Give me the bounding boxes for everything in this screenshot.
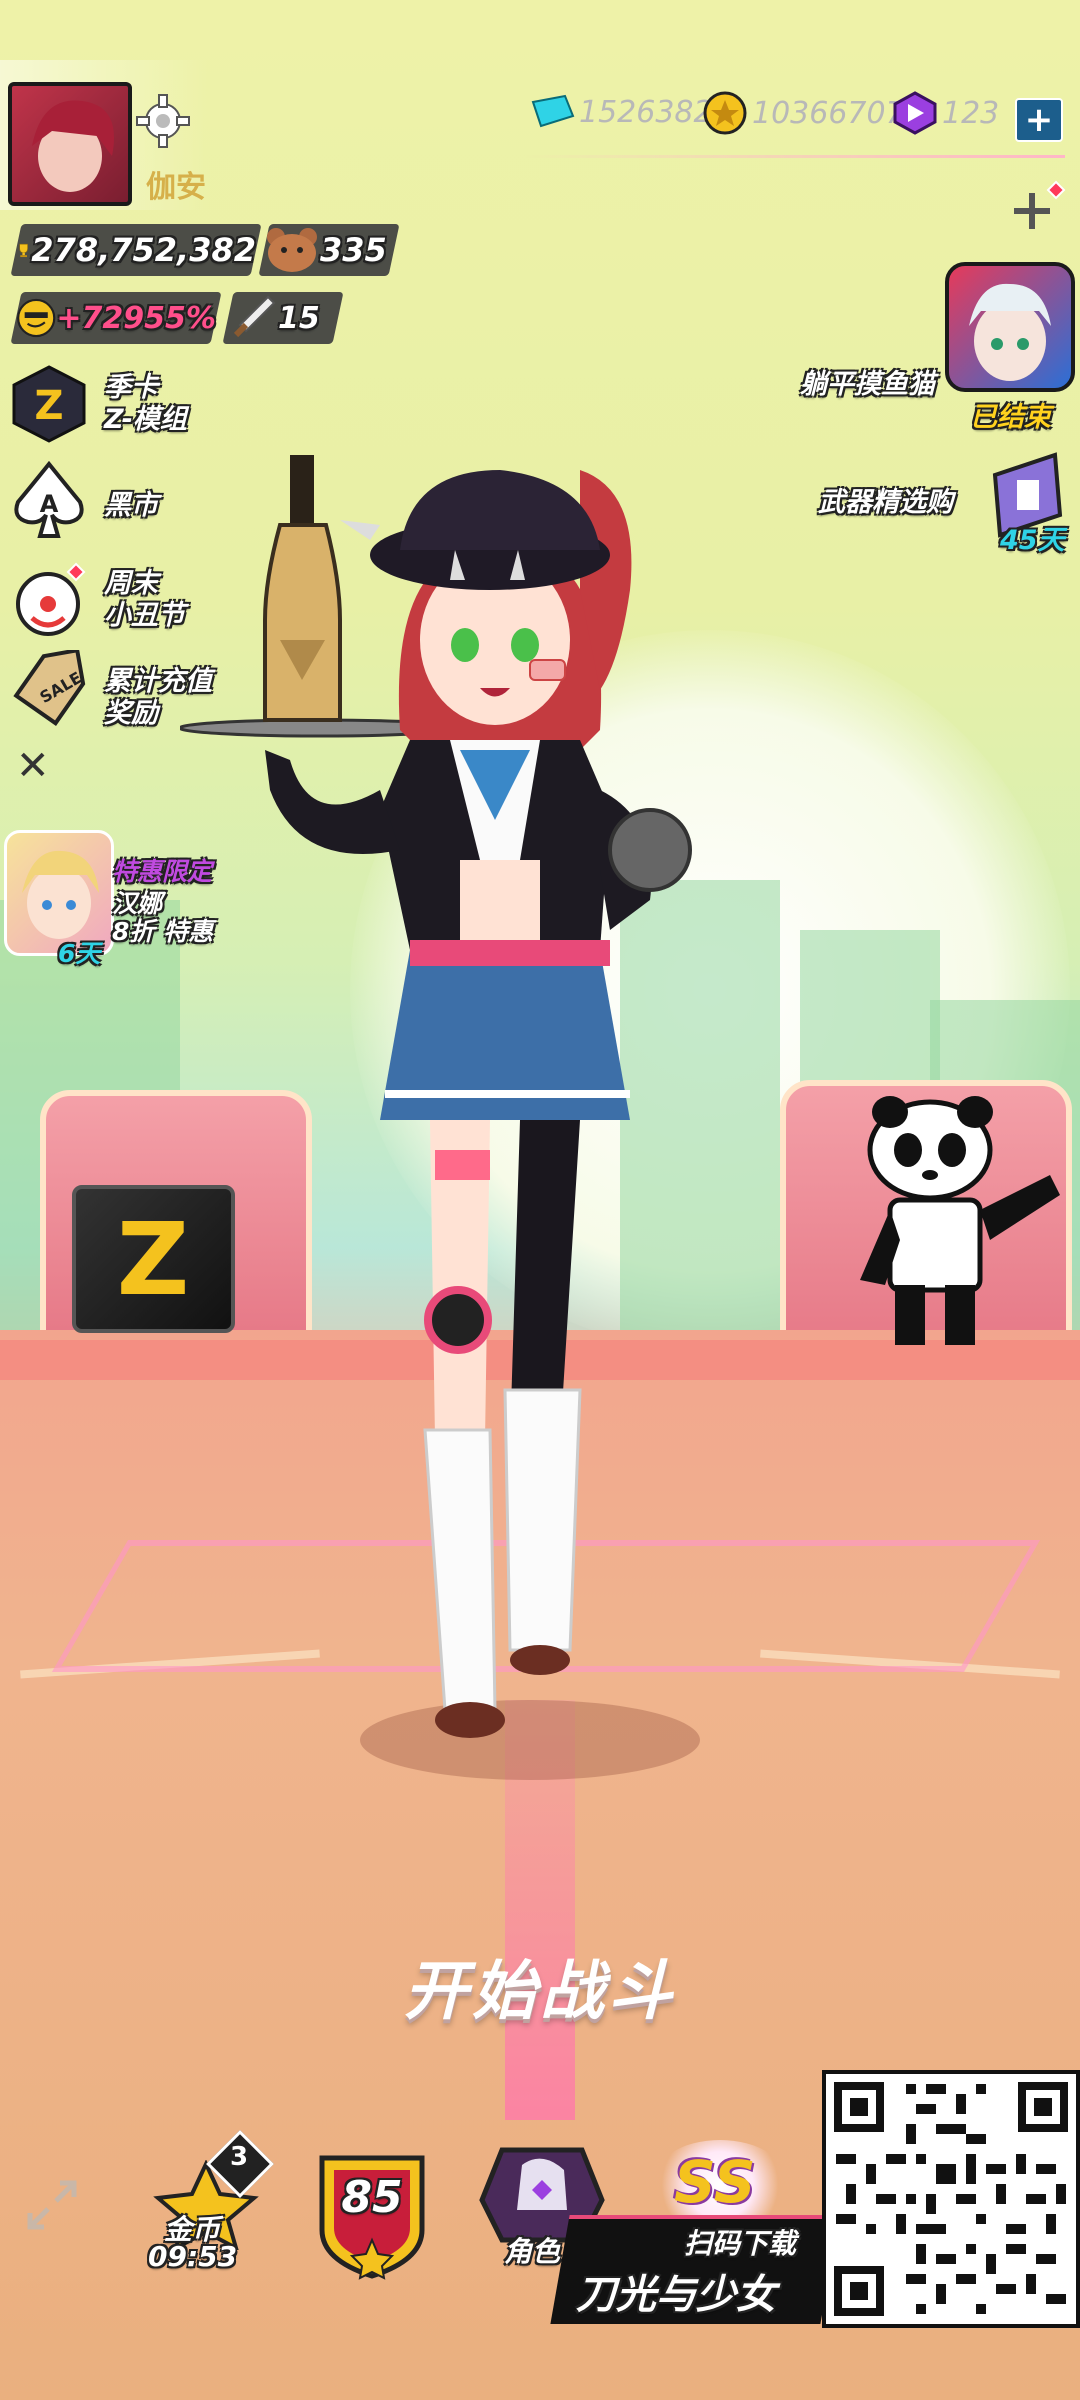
add-shortcut-button[interactable] — [1008, 180, 1068, 240]
qr-pattern — [836, 2084, 1066, 2314]
smiley-coin-icon — [17, 298, 56, 338]
qr-code[interactable] — [822, 2070, 1080, 2328]
ticket-count: 123 — [942, 95, 1000, 131]
promo-days: 6天 — [58, 939, 101, 968]
clown-icon[interactable] — [10, 560, 90, 640]
sword-icon — [233, 295, 276, 338]
avatar[interactable] — [8, 82, 132, 206]
purple-ticket-icon — [893, 91, 937, 135]
bear-count: 335 — [320, 231, 387, 269]
scan-download-text: 扫码下载 — [684, 2227, 797, 2260]
level-value: 85 — [341, 2172, 403, 2223]
ticket-currency[interactable]: 123 — [892, 90, 999, 136]
divider — [525, 155, 1065, 158]
panda-mascot — [860, 1096, 1060, 1345]
trophy-stat: 278,752,382 — [10, 224, 262, 276]
promo-discount: 8折 特惠 — [112, 917, 214, 946]
start-battle-button[interactable]: 开始战斗 — [0, 1940, 1080, 2032]
role-label: 角色 — [504, 2235, 561, 2268]
bear-stat: 335 — [258, 224, 400, 276]
expand-icon[interactable] — [22, 2175, 82, 2235]
event-cat-icon[interactable] — [945, 262, 1075, 392]
game-title-text: 刀光与少女 — [576, 2272, 776, 2318]
character-hero[interactable] — [180, 430, 780, 1790]
menu-black-market-label[interactable]: 黑市 — [104, 483, 158, 522]
spade-ace-icon[interactable]: A — [10, 460, 88, 540]
gold-currency[interactable]: 10366707 — [702, 90, 905, 136]
weapon-shop-label[interactable]: 武器精选购 — [818, 480, 953, 519]
bear-icon — [267, 228, 317, 272]
z-module-icon[interactable]: Z — [10, 365, 88, 443]
menu-clown-festival-label[interactable]: 周末 小丑节 — [104, 568, 185, 632]
gold-coin-icon — [703, 91, 747, 135]
gold-reward-button[interactable]: 3 金币 09:53 — [146, 2130, 274, 2273]
level-badge[interactable]: 85 — [312, 2150, 432, 2280]
gold-count: 10366707 — [752, 95, 905, 131]
gem-icon — [531, 94, 575, 128]
sword-stat: 15 — [222, 292, 344, 344]
gem-currency[interactable]: 1526382 — [525, 92, 713, 132]
sale-tag-icon[interactable]: SALE — [6, 647, 90, 734]
trophy-icon — [19, 243, 28, 258]
settings-gear-icon[interactable] — [134, 92, 192, 150]
event-label[interactable]: 躺平摸鱼猫 — [800, 362, 935, 401]
weapon-shop-days: 45天 — [1000, 525, 1065, 556]
promo-title[interactable]: 特惠限定 — [112, 852, 212, 888]
gold-badge-count: 3 — [229, 2142, 249, 2172]
bonus-stat: +72955% — [10, 292, 222, 344]
trophy-count: 278,752,382 — [31, 231, 256, 269]
player-name: 伽安 — [146, 170, 206, 205]
svg-text:Z: Z — [34, 383, 63, 429]
add-currency-button[interactable]: + — [1015, 98, 1063, 142]
close-icon[interactable]: ✕ — [16, 746, 56, 786]
bonus-percent: +72955% — [56, 300, 216, 336]
svg-text:Z: Z — [117, 1201, 190, 1318]
start-battle-label[interactable]: 开始战斗 — [404, 1955, 676, 2029]
sword-count: 15 — [278, 300, 320, 336]
svg-text:A: A — [40, 490, 59, 518]
rank-value: SS — [674, 2148, 756, 2216]
event-status: 已结束 — [970, 402, 1051, 433]
gold-timer: 09:53 — [148, 2240, 238, 2273]
gem-count: 1526382 — [579, 94, 713, 130]
menu-recharge-reward-label[interactable]: 累计充值 奖励 — [104, 666, 212, 730]
menu-season-card-label[interactable]: 季卡 Z-模组 — [104, 372, 187, 436]
